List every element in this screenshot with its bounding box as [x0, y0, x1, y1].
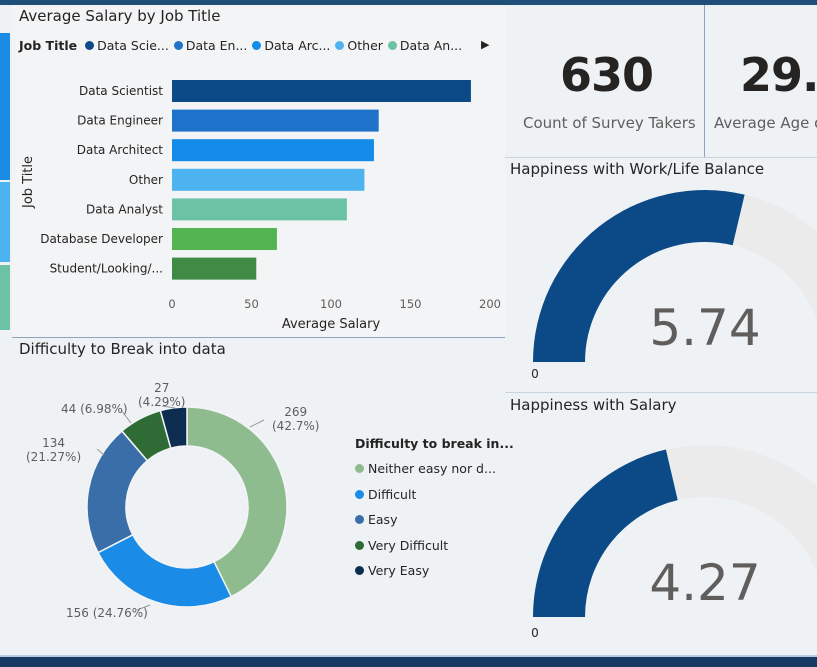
legend-dot-icon [355, 540, 364, 550]
gauge-min-label: 0 [531, 626, 539, 640]
legend-dot-icon [355, 515, 364, 525]
bar[interactable] [172, 168, 365, 191]
donut-label-very-difficult: 44 (6.98%) [61, 402, 128, 416]
donut-label-difficult: 156 (24.76%) [66, 606, 148, 620]
bottom-bar [0, 657, 817, 667]
donut-legend-item[interactable]: Very Difficult [355, 533, 496, 559]
donut-legend-item[interactable]: Neither easy nor d... [355, 456, 496, 482]
kpi-count-value: 630 [560, 48, 654, 102]
donut-label-very-easy: 27 (4.29%) [138, 381, 186, 409]
bar[interactable] [172, 257, 257, 280]
donut-legend-item[interactable]: Difficult [355, 482, 496, 508]
donut-label-easy: 134 (21.27%) [26, 436, 82, 464]
x-tick-label: 100 [320, 297, 342, 311]
y-tick-label: Data Engineer [77, 114, 163, 128]
bar[interactable] [172, 80, 471, 102]
gauge-salary-title: Happiness with Salary [510, 396, 677, 414]
y-axis-label: Job Title [21, 156, 36, 209]
divider [505, 157, 817, 158]
donut-legend-title: Difficulty to break in... [355, 436, 514, 451]
y-tick-label: Database Developer [40, 232, 163, 246]
divider [505, 392, 817, 393]
x-tick-label: 200 [479, 297, 501, 311]
legend-dot-icon [355, 489, 364, 499]
donut-slice[interactable] [97, 533, 233, 608]
gauge-value: 5.74 [649, 299, 760, 357]
x-tick-label: 0 [168, 297, 175, 311]
kpi-age-label: Average Age o [714, 114, 817, 132]
donut-legend-item[interactable]: Very Easy [355, 558, 496, 584]
y-tick-label: Other [129, 173, 163, 187]
y-tick-label: Data Architect [77, 143, 164, 157]
y-tick-label: Data Scientist [79, 84, 163, 98]
kpi-count-label: Count of Survey Takers [523, 114, 696, 132]
gauge-worklife-title: Happiness with Work/Life Balance [510, 160, 765, 178]
gauge-min-label: 0 [531, 367, 539, 381]
x-axis-label: Average Salary [282, 317, 381, 332]
leader-line [249, 419, 265, 428]
bar[interactable] [172, 109, 379, 132]
divider [704, 5, 705, 157]
bar[interactable] [172, 198, 347, 221]
gauge-salary: 4.27 0 [531, 445, 817, 640]
x-tick-label: 50 [244, 297, 259, 311]
donut-legend-item[interactable]: Easy [355, 507, 496, 533]
kpi-age-value: 29.8 [740, 48, 817, 102]
donut-legend: Neither easy nor d... Difficult Easy Very D… [355, 456, 496, 584]
donut-label-neither: 269 (42.7%) [272, 405, 320, 433]
bar-chart-svg: Job Title Average Salary Data Scientist D… [21, 80, 501, 332]
bar[interactable] [172, 228, 277, 250]
gauge-worklife: 5.74 0 [531, 189, 817, 381]
y-tick-label: Student/Looking/... [50, 262, 163, 276]
bar[interactable] [172, 139, 374, 162]
legend-dot-icon [355, 464, 364, 474]
gauge-value: 4.27 [649, 554, 760, 612]
x-tick-label: 150 [400, 297, 422, 311]
y-tick-label: Data Analyst [86, 202, 163, 216]
legend-dot-icon [355, 566, 364, 576]
